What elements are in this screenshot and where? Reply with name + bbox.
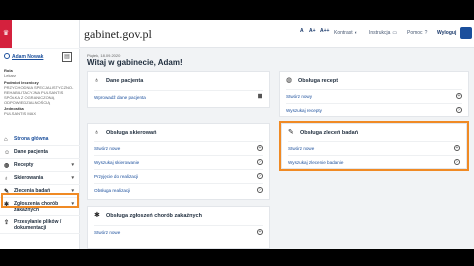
font-size-large-button[interactable]: A++ [320,28,329,34]
user-icon [4,53,10,59]
sidebar-item-file-upload[interactable]: ⇪ Przesyłanie plików / dokumentacji [0,216,80,234]
employer-value: PRZYCHODNIA SPECJALISTYCZNO-REHABILITACY… [4,85,74,105]
stethoscope-icon: ♁ [94,129,100,136]
document-icon: ▭ [392,30,398,36]
enter-patient-data-link[interactable]: Wprowadź dane pacjenta [94,95,146,100]
help-icon: ? [424,30,428,36]
sidebar-item-label: Skierowania [14,175,44,181]
help-link[interactable]: Pomoc ? [407,30,427,36]
sidebar-item-label: Dane pacjenta [14,149,48,155]
user-name-link[interactable]: Adam Nowak [12,54,43,60]
plus-circle-icon[interactable]: + [456,93,462,99]
arrow-right-circle-icon[interactable]: › [257,159,263,165]
unit-value: PULSANTIS MAX [4,111,37,116]
card-title: Obsługa zgłoszeń chorób zakaźnych [106,213,202,219]
card-infectious-diseases: ✱ Obsługa zgłoszeń chorób zakaźnych Stwó… [87,206,270,249]
card-reader-icon: ▆ [258,93,262,99]
list-item[interactable]: Stwórz nowe + [94,225,263,239]
card-title: Obsługa skierowań [106,130,157,136]
sidebar: Adam Nowak ▤ Rola Lekarz Podmiot lecznic… [0,49,80,249]
card-referrals: ♁ Obsługa skierowań Stwórz nowe + Wyszuk… [87,123,270,200]
stethoscope-icon: ♁ [94,77,100,84]
logout-label: Wyloguj [437,30,457,36]
top-header: ♛ gabinet.gov.pl A A+ A++ Kontrast ◐ Ins… [0,20,474,48]
logout-link[interactable]: Wyloguj [437,30,456,36]
arrow-right-circle-icon[interactable]: › [456,107,462,113]
pill-icon: ◍ [286,77,293,84]
screen: ♛ gabinet.gov.pl A A+ A++ Kontrast ◐ Ins… [0,0,474,266]
card-title: Dane pacjenta [106,78,144,84]
sidebar-item-label: Recepty [14,162,34,168]
accept-for-realization-link[interactable]: Przyjęcie do realizacji [94,174,138,179]
list-item[interactable]: Stwórz nowe + [94,141,263,155]
search-prescriptions-link[interactable]: Wyszukaj recepty [286,108,322,113]
card-prescriptions: ◍ Obsługa recept Stwórz nowy + Wyszukaj … [279,71,469,117]
logout-icon[interactable] [460,27,472,39]
role-value: Lekarz [4,73,17,78]
card-title: Obsługa recept [298,78,339,84]
arrow-right-circle-icon[interactable]: › [257,173,263,179]
list-item[interactable]: Przyjęcie do realizacji › [94,169,263,183]
sidebar-item-label: Przesyłanie plików / dokumentacji [14,218,62,231]
person-icon: ☺ [4,150,11,156]
brand-title[interactable]: gabinet.gov.pl [84,27,152,42]
font-size-medium-button[interactable]: A+ [309,28,316,34]
home-icon: ⌂ [4,137,8,143]
pill-icon: ◍ [4,163,10,169]
sidebar-item-label: Strona główna [14,136,49,142]
sidebar-nav: ⌂ Strona główna ☺ Dane pacjenta ◍ Recept… [0,133,80,234]
instructions-link[interactable]: Instrukcja ▭ [369,30,397,36]
stethoscope-icon: ♁ [4,176,9,182]
plus-circle-icon[interactable]: + [257,145,263,151]
sidebar-item-referrals[interactable]: ♁ Skierowania ▾ [0,172,80,185]
contrast-icon: ◐ [354,30,358,36]
arrow-right-circle-icon[interactable]: › [257,187,263,193]
highlight-box-test-orders [279,121,469,171]
welcome-heading: Witaj w gabinecie, Adam! [87,58,183,67]
virus-icon: ✱ [94,212,100,219]
sidebar-item-home[interactable]: ⌂ Strona główna [0,133,80,146]
font-size-small-button[interactable]: A [300,28,304,34]
logo-area: ♛ [0,20,80,48]
chevron-down-icon: ▾ [71,162,74,168]
sidebar-item-patient-data[interactable]: ☺ Dane pacjenta [0,146,80,159]
list-item[interactable]: Wyszukaj skierowanie › [94,155,263,169]
chevron-down-icon: ▾ [71,175,74,181]
list-item[interactable]: Wyszukaj recepty › [286,103,462,117]
upload-icon: ⇪ [4,220,10,226]
realization-handling-link[interactable]: Obsługa realizacji [94,188,130,193]
profile-card-icon[interactable]: ▤ [62,52,72,62]
create-referral-link[interactable]: Stwórz nowe [94,146,120,151]
eagle-emblem-icon: ♛ [0,20,12,48]
plus-circle-icon[interactable]: + [257,229,263,235]
contrast-label: Kontrast [334,30,353,36]
contrast-toggle[interactable]: Kontrast ◐ [334,30,358,36]
sidebar-item-prescriptions[interactable]: ◍ Recepty ▾ [0,159,80,172]
highlight-box-sidebar [1,193,79,208]
instructions-label: Instrukcja [369,30,391,36]
search-referral-link[interactable]: Wyszukaj skierowanie [94,160,139,165]
list-item[interactable]: Stwórz nowy + [286,89,462,103]
list-item[interactable]: Obsługa realizacji › [94,183,263,197]
help-label: Pomoc [407,30,423,36]
app-window: ♛ gabinet.gov.pl A A+ A++ Kontrast ◐ Ins… [0,20,474,249]
card-patient-data: ♁ Dane pacjenta Wprowadź dane pacjenta ▆ [87,71,270,108]
create-prescription-link[interactable]: Stwórz nowy [286,94,312,99]
create-infectious-report-link[interactable]: Stwórz nowe [94,230,120,235]
list-item[interactable]: Wprowadź dane pacjenta ▆ [94,90,263,104]
